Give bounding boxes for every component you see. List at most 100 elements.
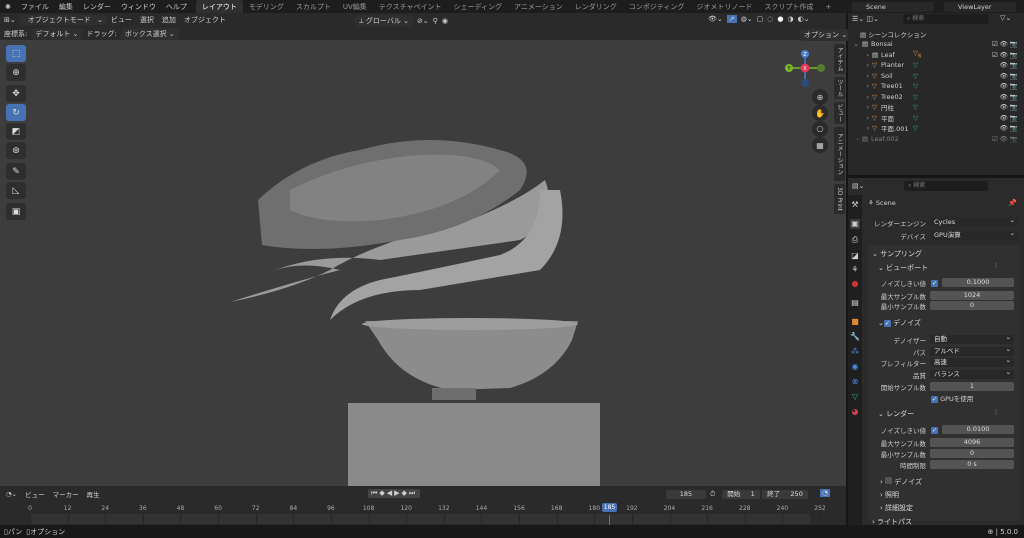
visibility-toggles[interactable]: 👁📷 bbox=[1000, 114, 1020, 122]
r-min-field[interactable]: 0 bbox=[930, 449, 1014, 458]
r-noise-field[interactable]: 0.0100 bbox=[942, 425, 1014, 434]
outliner-item[interactable]: › ▤ Leaf ▽6 ☑👁📷 bbox=[848, 49, 1024, 59]
current-frame-field[interactable]: 185 bbox=[666, 490, 706, 499]
vp-noise-field[interactable]: 0.1000 bbox=[942, 278, 1014, 287]
end-frame-field[interactable]: 終了 250 bbox=[762, 490, 808, 499]
visibility-toggles[interactable]: 👁📷 bbox=[1000, 103, 1020, 111]
expand-chevron-icon[interactable]: ⌄ bbox=[848, 40, 862, 48]
proportional-edit-icon[interactable]: ◉ bbox=[442, 17, 448, 25]
timeline-menu-marker[interactable]: マーカー bbox=[53, 489, 79, 499]
timeline-menu-view[interactable]: ビュー bbox=[25, 489, 45, 499]
add-workspace-button[interactable]: + bbox=[819, 1, 837, 13]
sidebar-tab-3dprint[interactable]: 3D Print bbox=[834, 184, 845, 214]
pin-icon[interactable]: 📌 bbox=[1008, 199, 1017, 207]
render-presets-icon[interactable]: ⫶ bbox=[995, 409, 997, 418]
menu-add[interactable]: 追加 bbox=[158, 15, 180, 25]
tab-uv[interactable]: UV編集 bbox=[337, 0, 373, 14]
expand-chevron-icon[interactable]: › bbox=[848, 72, 872, 80]
menu-window[interactable]: ウィンドウ bbox=[116, 2, 161, 12]
r-noise-checkbox[interactable]: ✓ bbox=[931, 426, 938, 434]
next-keyframe-icon[interactable]: ◆ bbox=[401, 489, 408, 497]
outliner-item[interactable]: › ▽ Tree02 ▽ 👁📷 bbox=[848, 92, 1024, 102]
playhead-line[interactable] bbox=[609, 515, 610, 525]
prefilter-select[interactable]: 高速 bbox=[930, 356, 1014, 367]
shading-material-icon[interactable]: ◑ bbox=[787, 15, 793, 23]
material-tab-icon[interactable]: ◕ bbox=[850, 407, 860, 417]
output-tab-icon[interactable]: ⎙ bbox=[850, 235, 860, 245]
expand-chevron-icon[interactable]: › bbox=[848, 124, 872, 132]
sampling-header[interactable]: ⌄ サンプリング bbox=[872, 249, 922, 259]
visibility-toggles[interactable]: ☑👁📷 bbox=[992, 51, 1020, 59]
jump-end-icon[interactable]: ⏭ bbox=[409, 489, 417, 497]
quality-select[interactable]: バランス bbox=[930, 368, 1014, 379]
expand-chevron-icon[interactable]: › bbox=[848, 114, 872, 122]
start-frame-field[interactable]: 開始 1 bbox=[722, 490, 760, 499]
start-samples-field[interactable]: 1 bbox=[930, 382, 1014, 391]
timeline-menu-playback[interactable]: 再生 bbox=[87, 489, 100, 499]
lighting-subpanel[interactable]: › 照明 bbox=[880, 490, 899, 500]
editor-type-icon[interactable]: ⊞⌄ bbox=[0, 16, 20, 24]
tab-geometry-nodes[interactable]: ジオメトリノード bbox=[690, 0, 758, 14]
vp-noise-checkbox[interactable]: ✓ bbox=[931, 279, 938, 287]
tool-tab-icon[interactable]: ⚒ bbox=[850, 200, 860, 210]
play-reverse-icon[interactable]: ◀ bbox=[387, 489, 394, 497]
data-tab-icon[interactable]: ▽ bbox=[850, 392, 860, 402]
menu-view[interactable]: ビュー bbox=[107, 15, 136, 25]
advanced-subpanel[interactable]: › 詳細設定 bbox=[880, 503, 913, 513]
visibility-toggles[interactable]: 👁📷 bbox=[1000, 82, 1020, 90]
view-layer-selector[interactable]: ViewLayer bbox=[944, 2, 1016, 12]
transform-tool-icon[interactable]: ⊛ bbox=[6, 142, 26, 159]
rotate-tool-icon[interactable]: ↻ bbox=[6, 104, 26, 121]
camera-view-icon[interactable]: ⎔ bbox=[812, 121, 828, 137]
physics-tab-icon[interactable]: ◉ bbox=[850, 362, 860, 372]
select-box-tool-icon[interactable]: ⬚ bbox=[6, 45, 26, 62]
device-select[interactable]: GPU演算 bbox=[930, 229, 1018, 240]
tab-animation[interactable]: アニメーション bbox=[508, 0, 569, 14]
properties-editor-type-icon[interactable]: ▤⌄ bbox=[852, 182, 864, 190]
menu-file[interactable]: ファイル bbox=[16, 2, 54, 12]
sidebar-tab-item[interactable]: アイテム bbox=[834, 44, 845, 74]
particles-tab-icon[interactable]: ⁂ bbox=[850, 347, 860, 357]
denoise-subpanel-header[interactable]: ⌄✓ デノイズ bbox=[878, 318, 921, 328]
outliner-item[interactable]: › ▽ Tree01 ▽ 👁📷 bbox=[848, 81, 1024, 91]
visibility-toggles[interactable]: ☑👁📷 bbox=[992, 40, 1020, 48]
outliner-item[interactable]: › ▽ 平面.001 ▽ 👁📷 bbox=[848, 123, 1024, 133]
scene-collection[interactable]: ▤ シーンコレクション bbox=[860, 29, 926, 39]
coord-selector[interactable]: デフォルト ⌄ bbox=[31, 27, 83, 40]
snap-icon[interactable]: ⚲ bbox=[433, 17, 438, 25]
expand-chevron-icon[interactable]: › bbox=[848, 93, 872, 101]
time-limit-field[interactable]: 0 s bbox=[930, 460, 1014, 469]
modifier-tab-icon[interactable]: 🔧 bbox=[850, 332, 860, 342]
tab-layout[interactable]: レイアウト bbox=[195, 0, 243, 14]
outliner-item[interactable]: › ▽ Soil ▽ 👁📷 bbox=[848, 71, 1024, 81]
timeline-editor-icon[interactable]: ◔⌄ bbox=[6, 490, 17, 498]
playhead[interactable]: 185 bbox=[602, 503, 617, 512]
constraints-tab-icon[interactable]: ⊗ bbox=[850, 377, 860, 387]
xray-icon[interactable]: ▢ bbox=[757, 15, 764, 23]
render-tab-icon[interactable]: ▣ bbox=[850, 219, 860, 229]
menu-object[interactable]: オブジェクト bbox=[180, 15, 230, 25]
r-max-field[interactable]: 4096 bbox=[930, 438, 1014, 447]
tab-texture-paint[interactable]: テクスチャペイント bbox=[373, 0, 448, 14]
object-tab-icon[interactable]: ■ bbox=[850, 317, 860, 327]
scene-tab-icon[interactable]: ⚘ bbox=[850, 265, 860, 275]
visibility-toggles[interactable]: ☑👁📷 bbox=[992, 135, 1020, 143]
drag-selector[interactable]: ボックス選択 ⌄ bbox=[120, 27, 179, 40]
shading-rendered-icon[interactable]: ◐⌄ bbox=[798, 15, 810, 23]
prev-keyframe-icon[interactable]: ◆ bbox=[379, 489, 386, 497]
outliner-item[interactable]: ⌄ ▤ Bonsai ☑👁📷 bbox=[848, 39, 1024, 49]
expand-chevron-icon[interactable]: › bbox=[848, 61, 872, 69]
timeline-track[interactable] bbox=[30, 514, 810, 524]
tab-compositing[interactable]: コンポジティング bbox=[623, 0, 691, 14]
menu-render[interactable]: レンダー bbox=[78, 2, 116, 12]
expand-chevron-icon[interactable]: › bbox=[848, 103, 872, 111]
menu-select[interactable]: 選択 bbox=[136, 15, 158, 25]
properties-search-input[interactable]: ⌕ 検索 bbox=[904, 181, 988, 191]
outliner-item[interactable]: › ▤ Leaf.002 ☑👁📷 bbox=[848, 134, 1024, 144]
shading-solid-icon[interactable]: ● bbox=[777, 15, 783, 23]
mode-selector[interactable]: オブジェクトモード ⌄ bbox=[19, 15, 107, 25]
outliner-item[interactable]: › ▽ Planter ▽ 👁📷 bbox=[848, 60, 1024, 70]
options-button[interactable]: オプション ⌄ bbox=[800, 29, 852, 41]
visibility-toggles[interactable]: 👁📷 bbox=[1000, 72, 1020, 80]
tab-rendering[interactable]: レンダリング bbox=[569, 0, 623, 14]
